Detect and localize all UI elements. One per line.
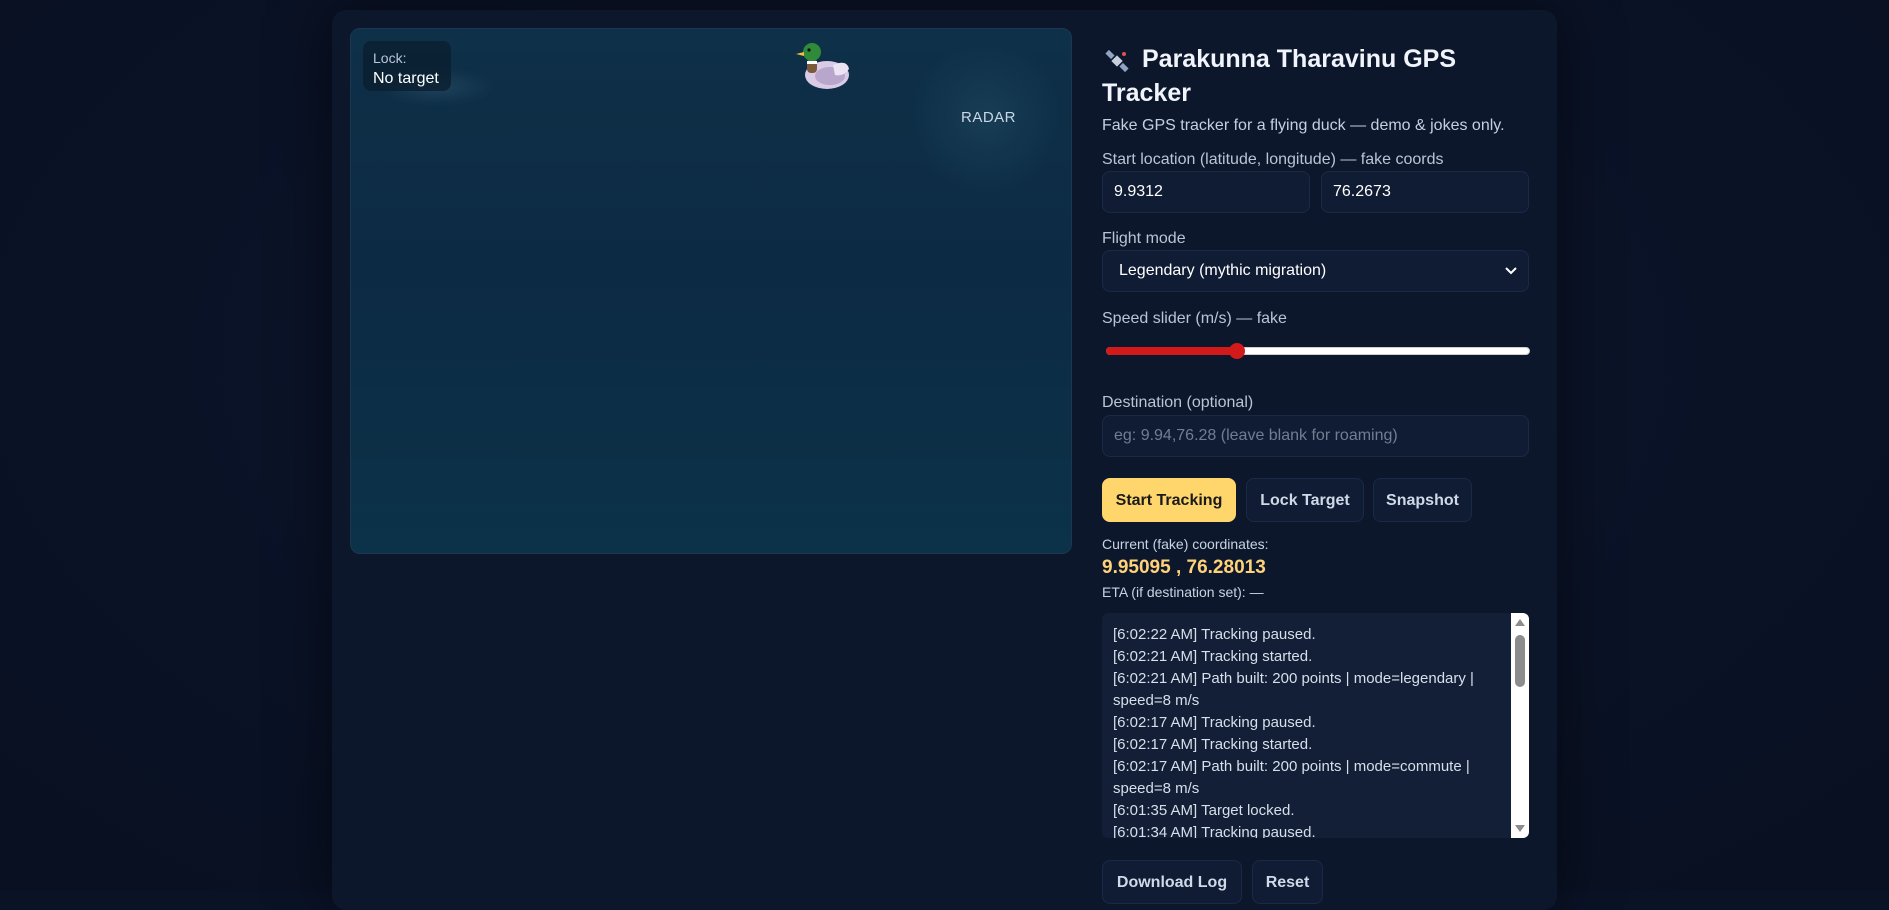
latitude-input[interactable] <box>1102 171 1310 213</box>
reset-button[interactable]: Reset <box>1252 860 1323 904</box>
map-view[interactable]: Lock: No target RADAR <box>350 28 1072 554</box>
download-log-button[interactable]: Download Log <box>1102 860 1242 904</box>
chevron-down-icon <box>1505 267 1517 275</box>
control-panel: Parakunna Tharavinu GPS Tracker Fake GPS… <box>1102 10 1532 910</box>
log-entry: [6:02:17 AM] Tracking started. <box>1113 736 1313 753</box>
page-title: Parakunna Tharavinu GPS Tracker <box>1102 45 1456 107</box>
flight-mode-value: Legendary (mythic migration) <box>1119 262 1327 279</box>
slider-thumb[interactable] <box>1229 343 1246 359</box>
coords-value: 9.95095 , 76.28013 <box>1102 557 1266 578</box>
start-tracking-button[interactable]: Start Tracking <box>1102 478 1236 522</box>
scroll-up-icon[interactable] <box>1514 617 1526 627</box>
log-entry: [6:02:17 AM] Path built: 200 points | mo… <box>1113 758 1470 797</box>
destination-label: Destination (optional) <box>1102 394 1254 411</box>
lock-value: No target <box>373 70 439 87</box>
flight-mode-select[interactable]: Legendary (mythic migration) <box>1102 250 1529 292</box>
destination-input[interactable] <box>1102 415 1529 457</box>
snapshot-button[interactable]: Snapshot <box>1373 478 1472 522</box>
coords-label: Current (fake) coordinates: <box>1102 536 1269 552</box>
radar-label: RADAR <box>961 109 1017 126</box>
lock-status: Lock: No target <box>363 41 451 91</box>
log-entry: [6:01:34 AM] Tracking paused. <box>1113 824 1316 838</box>
tracker-app: Lock: No target RADAR Parakunna Tharavin… <box>332 10 1557 910</box>
log-list: [6:02:22 AM] Tracking paused. [6:02:21 AM… <box>1113 624 1509 838</box>
lock-label: Lock: <box>373 50 407 66</box>
longitude-input[interactable] <box>1321 171 1529 213</box>
log-entry: [6:01:35 AM] Target locked. <box>1113 802 1295 819</box>
scroll-down-icon[interactable] <box>1514 824 1526 834</box>
event-log[interactable]: [6:02:22 AM] Tracking paused. [6:02:21 AM… <box>1102 613 1529 838</box>
slider-fill <box>1106 347 1238 355</box>
page-subtitle: Fake GPS tracker for a flying duck — dem… <box>1102 117 1505 134</box>
log-entry: [6:02:22 AM] Tracking paused. <box>1113 626 1316 643</box>
flight-mode-label: Flight mode <box>1102 230 1186 247</box>
log-entry: [6:02:21 AM] Tracking started. <box>1113 648 1313 665</box>
lock-target-button[interactable]: Lock Target <box>1246 478 1364 522</box>
log-entry: [6:02:17 AM] Tracking paused. <box>1113 714 1316 731</box>
scroll-thumb[interactable] <box>1515 635 1525 687</box>
speed-label: Speed slider (m/s) — fake <box>1102 310 1287 327</box>
start-location-label: Start location (latitude, longitude) — f… <box>1102 151 1444 168</box>
duck-icon[interactable] <box>793 33 853 93</box>
eta-text: ETA (if destination set): — <box>1102 584 1264 600</box>
log-scrollbar[interactable] <box>1511 613 1529 838</box>
speed-slider[interactable] <box>1106 343 1530 359</box>
log-entry: [6:02:21 AM] Path built: 200 points | mo… <box>1113 670 1474 709</box>
